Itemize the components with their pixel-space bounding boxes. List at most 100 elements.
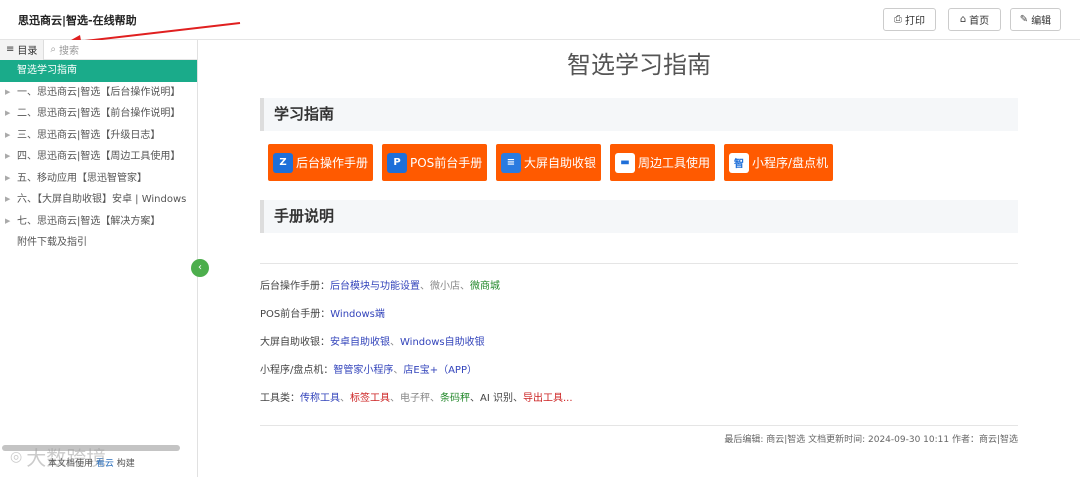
manual-link[interactable]: 导出工具...	[523, 393, 573, 404]
manual-text: 、AI 识别、	[470, 393, 523, 404]
toc-item[interactable]: ▶ 二、思迅商云|智选【前台操作说明】	[0, 103, 197, 125]
manual-link[interactable]: Windows自助收银	[400, 337, 485, 348]
manual-button-label: 大屏自助收银	[524, 156, 597, 170]
manual-link[interactable]: 安卓自助收银	[330, 337, 390, 348]
manual-link[interactable]: 后台模块与功能设置	[330, 281, 420, 292]
manual-link[interactable]: Windows端	[330, 309, 385, 320]
footer-suffix: 构建	[116, 459, 135, 469]
toc-item[interactable]: ▶ 三、思迅商云|智选【升级日志】	[0, 125, 197, 147]
manual-link[interactable]: 店E宝+（APP）	[403, 365, 477, 376]
edit-icon: ✎	[1019, 14, 1029, 25]
page-title: 智选学习指南	[567, 51, 711, 79]
home-label: 首页	[969, 16, 990, 27]
edit-label: 编辑	[1031, 16, 1052, 27]
toc-item[interactable]: ▶ 四、思迅商云|智选【周边工具使用】	[0, 146, 197, 168]
toc-label: 目录	[17, 46, 38, 57]
tools-icon: ▬	[615, 152, 635, 173]
edit-button[interactable]: ✎ 编辑	[1010, 8, 1061, 31]
sidebar-collapse-button[interactable]: ‹	[191, 259, 209, 277]
manual-link[interactable]: 智管家小程序	[333, 365, 393, 376]
manual-link[interactable]: 标签工具	[350, 393, 390, 404]
caret-right-icon[interactable]: ▶	[5, 168, 10, 190]
manual-text: 、	[420, 281, 430, 292]
toc-item[interactable]: 附件下载及指引	[0, 232, 197, 254]
search-icon: ⌕	[50, 44, 56, 55]
manual-line: 大屏自助收银：安卓自助收银、Windows自助收银	[260, 333, 485, 348]
menu-icon: ≡	[6, 44, 15, 55]
toc-item-label: 智选学习指南	[17, 65, 77, 76]
caret-right-icon[interactable]: ▶	[5, 82, 10, 104]
top-header: 思迅商云|智选-在线帮助 ⎙ 打印 ⌂ 首页 ✎ 编辑	[0, 0, 1080, 40]
manual-text: 、	[390, 337, 400, 348]
toc-item-label: 五、移动应用【思迅智管家】	[17, 172, 147, 184]
manual-line: 工具类：传称工具、标签工具、电子秤、条码秤、AI 识别、导出工具...	[260, 389, 573, 404]
manual-button[interactable]: 智小程序/盘点机	[724, 144, 834, 181]
print-button[interactable]: ⎙ 打印	[883, 8, 936, 31]
manual-line: POS前台手册：Windows端	[260, 305, 385, 320]
manual-button-label: 周边工具使用	[638, 156, 711, 170]
sidebar-footer: 本文档使用 看云 构建	[48, 456, 135, 469]
manual-line-label: 大屏自助收银：	[260, 337, 330, 348]
manual-line: 小程序/盘点机：智管家小程序、店E宝+（APP）	[260, 361, 477, 376]
manual-line-label: 小程序/盘点机：	[260, 365, 334, 376]
toc-item[interactable]: 智选学习指南	[0, 60, 197, 82]
manual-text: 微小店	[430, 281, 460, 292]
manual-line-label: POS前台手册：	[260, 309, 331, 320]
toc-item-label: 六、【大屏自助收银】安卓 | Windows	[17, 194, 187, 205]
sidebar-tabs: ≡ 目录 ⌕ 搜索	[0, 39, 197, 60]
tab-search[interactable]: ⌕ 搜索	[44, 42, 85, 57]
toc-list: 智选学习指南 ▶ 一、思迅商云|智选【后台操作说明】 ▶ 二、思迅商云|智选【前台操作说…	[0, 60, 197, 254]
divider	[260, 263, 1018, 264]
manual-button[interactable]: Z 后台操作手册	[268, 144, 374, 181]
section-learning-guide: 学习指南	[260, 98, 1018, 131]
sidebar: ≡ 目录 ⌕ 搜索 智选学习指南 ▶ 一、思迅商云|智选【后台操作说明】 ▶ 二、思迅商…	[0, 39, 198, 477]
home-button[interactable]: ⌂ 首页	[948, 8, 1001, 31]
manual-line-label: 后台操作手册：	[260, 281, 330, 292]
tab-toc[interactable]: ≡ 目录	[0, 39, 45, 60]
toc-item-label: 附件下载及指引	[17, 237, 87, 248]
manual-text: 、	[340, 393, 350, 404]
manual-link[interactable]: 传称工具	[300, 393, 340, 404]
section-manual-notes: 手册说明	[260, 200, 1018, 233]
toc-item[interactable]: ▶ 六、【大屏自助收银】安卓 | Windows	[0, 189, 197, 211]
chevron-left-icon: ‹	[198, 262, 202, 273]
manual-line-label: 工具类：	[260, 393, 300, 404]
toc-item-label: 一、思迅商云|智选【后台操作说明】	[17, 86, 181, 98]
footer-divider	[260, 425, 1018, 426]
manual-button[interactable]: P POS前台手册	[382, 144, 488, 181]
caret-right-icon[interactable]: ▶	[5, 125, 10, 147]
footer-link[interactable]: 看云	[96, 459, 114, 469]
toc-item-label: 三、思迅商云|智选【升级日志】	[17, 129, 161, 141]
toc-item-label: 七、思迅商云|智选【解决方案】	[17, 215, 161, 227]
manual-link[interactable]: 微商城	[470, 281, 500, 292]
manual-text: 、电子秤、	[390, 393, 440, 404]
search-label: 搜索	[59, 46, 79, 57]
caret-right-icon[interactable]: ▶	[5, 211, 10, 233]
print-icon: ⎙	[894, 14, 902, 25]
manual-text: 、	[460, 281, 470, 292]
caret-right-icon[interactable]: ▶	[5, 146, 10, 168]
toc-item[interactable]: ▶ 五、移动应用【思迅智管家】	[0, 168, 197, 190]
kiosk-icon: ≡	[501, 152, 521, 173]
sidebar-scrollbar[interactable]	[2, 445, 180, 451]
caret-right-icon[interactable]: ▶	[5, 103, 10, 125]
manual-text: 、	[393, 365, 404, 376]
manual-line: 后台操作手册：后台模块与功能设置、微小店、微商城	[260, 277, 500, 292]
manual-button-label: 小程序/盘点机	[752, 156, 829, 170]
caret-right-icon[interactable]: ▶	[5, 189, 10, 211]
home-icon: ⌂	[959, 14, 967, 25]
backend-icon: Z	[273, 152, 293, 173]
toc-item-label: 四、思迅商云|智选【周边工具使用】	[17, 151, 181, 162]
manual-link[interactable]: 条码秤	[440, 393, 470, 404]
manual-button-label: POS前台手册	[410, 156, 483, 170]
toc-item-label: 二、思迅商云|智选【前台操作说明】	[17, 108, 181, 119]
manual-button-label: 后台操作手册	[296, 156, 369, 170]
manual-button[interactable]: ≡ 大屏自助收银	[496, 144, 602, 181]
print-label: 打印	[905, 16, 925, 27]
app-title: 思迅商云|智选-在线帮助	[18, 14, 137, 27]
footer-prefix: 本文档使用	[48, 459, 94, 469]
main-content: 智选学习指南 学习指南 Z 后台操作手册 P POS前台手册 ≡ 大屏自助收银 ▬ 周边工具使…	[198, 40, 1080, 477]
toc-item[interactable]: ▶ 七、思迅商云|智选【解决方案】	[0, 211, 197, 233]
manual-button[interactable]: ▬ 周边工具使用	[610, 144, 716, 181]
toc-item[interactable]: ▶ 一、思迅商云|智选【后台操作说明】	[0, 82, 197, 104]
